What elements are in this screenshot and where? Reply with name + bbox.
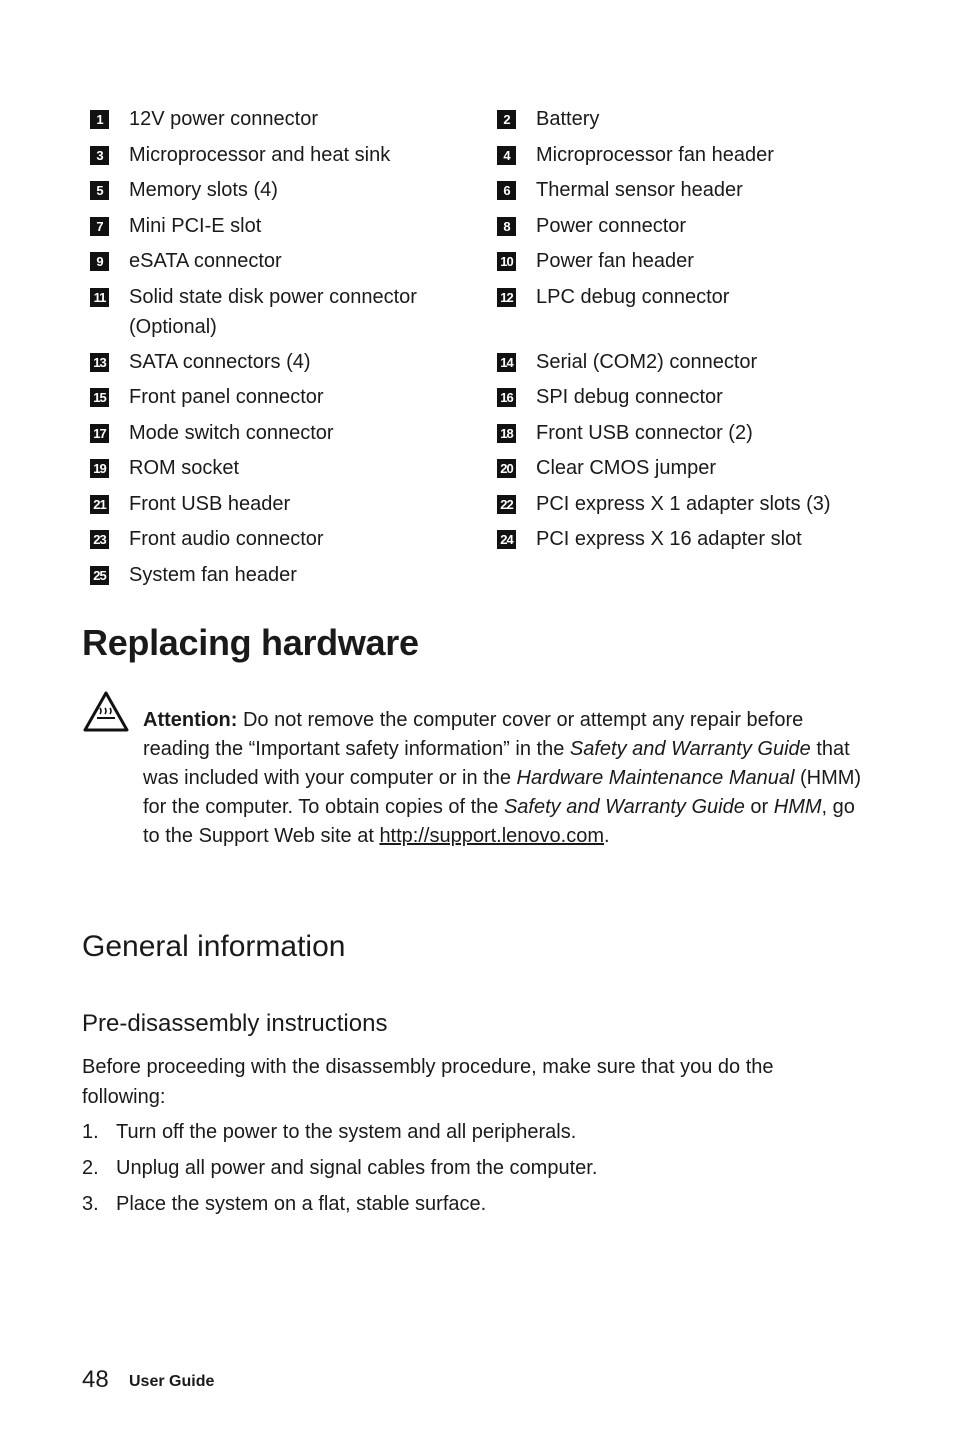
doc-title: Safety and Warranty Guide [569, 738, 811, 760]
doc-title: Safety and Warranty Guide [503, 796, 745, 818]
legend-row: 17 Mode switch connector 18 Front USB conne… [90, 418, 890, 448]
legend-item-label: Thermal sensor header [536, 179, 743, 201]
doc-title: HMM [773, 796, 822, 818]
legend-item-label: Serial (COM2) connector [536, 351, 758, 373]
legend-item-label: Memory slots (4) [129, 179, 278, 201]
callout-number-badge: 3 [90, 146, 109, 165]
attention-notice: Attention: Do not remove the computer co… [143, 706, 863, 851]
intro-paragraph: Before proceeding with the disassembly p… [82, 1056, 774, 1108]
callout-number-badge: 20 [497, 459, 516, 478]
subsection-title: Pre-disassembly instructions [82, 1010, 388, 1037]
step-text: Unplug all power and signal cables from … [116, 1157, 598, 1179]
step-item: 1. Turn off the power to the system and a… [82, 1117, 862, 1153]
support-link[interactable]: http://support.lenovo.com [379, 825, 604, 847]
legend-item-label: Microprocessor and heat sink [129, 144, 391, 166]
legend-item-label: SATA connectors (4) [129, 351, 311, 373]
step-number: 2. [82, 1157, 99, 1179]
legend-row: 5 Memory slots (4) 6 Thermal sensor header [90, 175, 890, 205]
footer-label: User Guide [129, 1373, 215, 1390]
legend-item-label: Front USB header [129, 493, 291, 515]
callout-number-badge: 5 [90, 181, 109, 200]
step-number: 1. [82, 1121, 99, 1143]
step-number: 3. [82, 1193, 99, 1215]
callout-number-badge: 14 [497, 353, 516, 372]
legend-item-label: Front USB connector (2) [536, 422, 753, 444]
callout-number-badge: 23 [90, 530, 109, 549]
callout-number-badge: 6 [497, 181, 516, 200]
callout-number-badge: 4 [497, 146, 516, 165]
legend-item-label: Battery [536, 108, 600, 130]
legend-item-label: Microprocessor fan header [536, 144, 774, 166]
attention-text: or [744, 796, 774, 818]
legend-item-label: Mode switch connector [129, 422, 334, 444]
callout-number-badge: 10 [497, 252, 516, 271]
callout-number-badge: 9 [90, 252, 109, 271]
section-title: General information [82, 930, 346, 963]
page-title: Replacing hardware [82, 622, 419, 663]
legend-row: 25 System fan header [90, 560, 890, 590]
callout-number-badge: 7 [90, 217, 109, 236]
legend-item-label: Power connector [536, 215, 687, 237]
callout-number-badge: 8 [497, 217, 516, 236]
legend-item-label: Clear CMOS jumper [536, 457, 717, 479]
legend-item-label: LPC debug connector [536, 286, 730, 308]
legend-row: 1 12V power connector 2 Battery [90, 104, 890, 134]
callout-number-badge: 15 [90, 388, 109, 407]
legend-item-label: Solid state disk power connector (Option… [129, 286, 417, 338]
legend-row: 7 Mini PCI-E slot 8 Power connector [90, 211, 890, 241]
steps-list: 1. Turn off the power to the system and a… [82, 1117, 862, 1225]
page-number: 48 [82, 1366, 109, 1393]
step-item: 2. Unplug all power and signal cables fro… [82, 1153, 862, 1189]
legend-row: 11 Solid state disk power connector (Opti… [90, 282, 890, 338]
legend-item-label: Front panel connector [129, 386, 324, 408]
step-item: 3. Place the system on a flat, stable sur… [82, 1189, 862, 1225]
legend-item-label: eSATA connector [129, 250, 282, 272]
legend-item-label: ROM socket [129, 457, 240, 479]
callout-number-badge: 22 [497, 495, 516, 514]
legend-row: 13 SATA connectors (4) 14 Serial (COM2) con… [90, 347, 890, 377]
legend-item-label: Front audio connector [129, 528, 324, 550]
callout-number-badge: 19 [90, 459, 109, 478]
legend-item-label: Mini PCI-E slot [129, 215, 262, 237]
attention-label: Attention: [143, 709, 238, 731]
doc-title: Hardware Maintenance Manual [516, 767, 795, 789]
callout-number-badge: 17 [90, 424, 109, 443]
legend-row: 19 ROM socket 20 Clear CMOS jumper [90, 453, 890, 483]
callout-number-badge: 25 [90, 566, 109, 585]
legend-row: 9 eSATA connector 10 Power fan header [90, 246, 890, 276]
legend-item-label: System fan header [129, 564, 297, 586]
legend-row: 21 Front USB header 22 PCI express X 1 adap… [90, 489, 890, 519]
callout-number-badge: 21 [90, 495, 109, 514]
attention-text: . [604, 825, 610, 847]
legend-row: 3 Microprocessor and heat sink 4 Microproce… [90, 140, 890, 170]
legend-item-label: PCI express X 16 adapter slot [536, 528, 802, 550]
callout-number-badge: 12 [497, 288, 516, 307]
callout-number-badge: 18 [497, 424, 516, 443]
hot-surface-warning-icon [83, 691, 129, 732]
step-text: Turn off the power to the system and all… [116, 1121, 577, 1143]
callout-number-badge: 1 [90, 110, 109, 129]
callout-number-badge: 24 [497, 530, 516, 549]
callout-number-badge: 11 [90, 288, 109, 307]
callout-number-badge: 13 [90, 353, 109, 372]
callout-number-badge: 16 [497, 388, 516, 407]
legend-item-label: Power fan header [536, 250, 694, 272]
legend-row: 15 Front panel connector 16 SPI debug conne… [90, 382, 890, 412]
legend-row: 23 Front audio connector 24 PCI express X 1… [90, 524, 890, 554]
step-text: Place the system on a flat, stable surfa… [116, 1193, 487, 1215]
legend-item-label: PCI express X 1 adapter slots (3) [536, 493, 831, 515]
legend-item-label: 12V power connector [129, 108, 319, 130]
callout-number-badge: 2 [497, 110, 516, 129]
legend-item-label: SPI debug connector [536, 386, 723, 408]
